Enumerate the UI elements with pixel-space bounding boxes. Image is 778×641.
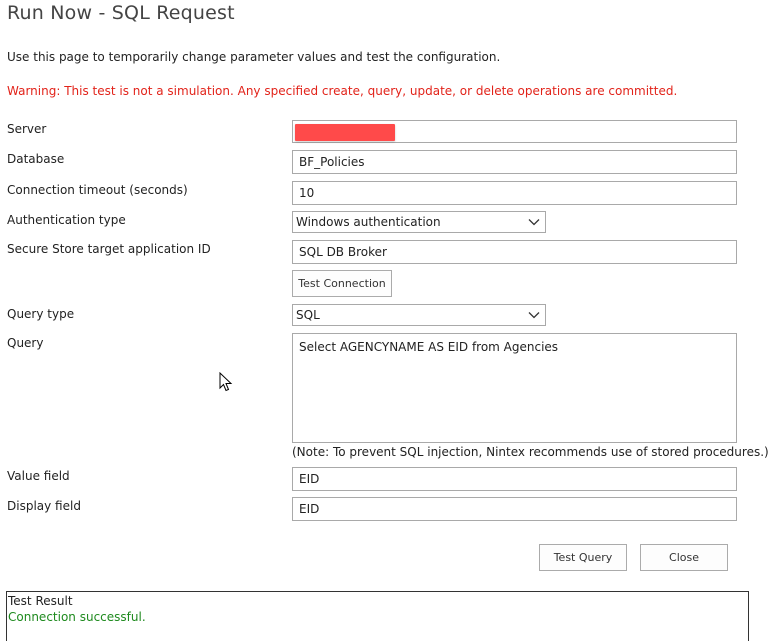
query-type-select[interactable]: SQL (292, 304, 546, 326)
display-field-input[interactable]: EID (292, 497, 737, 521)
mouse-pointer-icon (219, 371, 233, 396)
timeout-input[interactable]: 10 (292, 181, 737, 205)
page-title: Run Now - SQL Request (7, 2, 235, 24)
query-label: Query (7, 336, 44, 350)
display-field-label: Display field (7, 499, 81, 513)
value-field-label: Value field (7, 469, 70, 483)
chevron-down-icon (527, 215, 541, 229)
test-result-message: Connection successful. (8, 610, 146, 624)
test-query-button[interactable]: Test Query (539, 544, 627, 571)
display-field-value: EID (299, 502, 320, 516)
query-value: Select AGENCYNAME AS EID from Agencies (299, 340, 559, 354)
test-result-title: Test Result (8, 594, 73, 608)
secure-store-input[interactable]: SQL DB Broker (292, 240, 737, 264)
warning-text: Warning: This test is not a simulation. … (7, 84, 678, 98)
auth-type-select[interactable]: Windows authentication (292, 211, 546, 233)
auth-type-label: Authentication type (7, 213, 126, 227)
query-type-label: Query type (7, 307, 75, 321)
secure-store-label: Secure Store target application ID (7, 242, 211, 256)
database-input[interactable]: BF_Policies (292, 150, 737, 174)
test-connection-button[interactable]: Test Connection (292, 270, 392, 297)
chevron-down-icon (527, 308, 541, 322)
intro-text: Use this page to temporarily change para… (7, 50, 501, 64)
value-field-input[interactable]: EID (292, 467, 737, 491)
close-button[interactable]: Close (640, 544, 728, 571)
server-label: Server (7, 122, 47, 136)
timeout-value: 10 (299, 186, 315, 200)
secure-store-value: SQL DB Broker (299, 245, 387, 259)
query-type-value: SQL (296, 308, 320, 322)
database-label: Database (7, 152, 65, 166)
injection-note: (Note: To prevent SQL injection, Nintex … (292, 445, 769, 459)
timeout-label: Connection timeout (seconds) (7, 183, 188, 197)
redaction-box (295, 124, 395, 141)
query-textarea[interactable]: Select AGENCYNAME AS EID from Agencies (292, 333, 737, 443)
auth-type-value: Windows authentication (296, 215, 441, 229)
database-value: BF_Policies (299, 155, 365, 169)
value-field-value: EID (299, 472, 320, 486)
